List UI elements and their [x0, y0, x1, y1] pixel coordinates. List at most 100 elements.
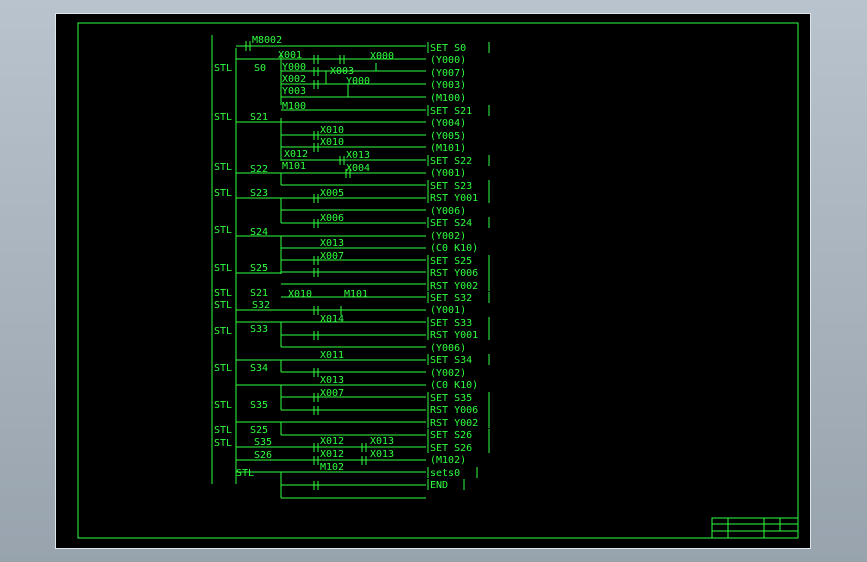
instruction-labels: SET S0 (Y000) (Y007) (Y003) (M100) SET S…: [430, 43, 478, 491]
output-coil: (Y000): [430, 55, 466, 66]
contact-label: X001: [278, 50, 302, 61]
output-instruction: SET S34: [430, 355, 472, 366]
output-coil: (Y006): [430, 343, 466, 354]
output-instruction: SET S22: [430, 156, 472, 167]
stl-label: STL: [214, 363, 232, 374]
state-label: S0: [254, 63, 266, 74]
output-coil: (Y005): [430, 131, 466, 142]
state-label: S22: [250, 164, 268, 175]
output-coil: (M101): [430, 143, 466, 154]
contact-label: X002: [282, 74, 306, 85]
stl-label: STL: [214, 326, 232, 337]
output-coil: (C0 K10): [430, 243, 478, 254]
output-coil: (Y001): [430, 168, 466, 179]
output-coil: (M100): [430, 93, 466, 104]
state-label: S32: [252, 300, 270, 311]
output-coil: (Y004): [430, 118, 466, 129]
contact-label: X013: [370, 449, 394, 460]
title-block: [711, 517, 799, 539]
power-rails: [211, 35, 237, 484]
output-instruction: RST Y006: [430, 268, 478, 279]
state-label: S33: [250, 324, 268, 335]
output-instruction: RST Y002: [430, 281, 478, 292]
stl-label: STL: [236, 468, 254, 479]
contact-label: M100: [282, 101, 306, 112]
stl-label: STL: [214, 188, 232, 199]
output-coil: (Y001): [430, 305, 466, 316]
ladder-diagram: M8002 STL S0 X001 X000 Y000 X003 X002 Y0…: [77, 22, 799, 539]
contact-labels: M8002 STL S0 X001 X000 Y000 X003 X002 Y0…: [214, 35, 394, 479]
output-instruction: END: [430, 480, 448, 491]
contact-label: X011: [320, 350, 344, 361]
contact-label: M102: [320, 462, 344, 473]
output-coil: (C0 K10): [430, 380, 478, 391]
state-label: S24: [250, 227, 268, 238]
stl-label: STL: [214, 225, 232, 236]
stl-label: STL: [214, 400, 232, 411]
output-instruction: RST Y002: [430, 418, 478, 429]
contact-label: Y003: [282, 86, 306, 97]
stl-label: STL: [214, 288, 232, 299]
contact-label: M101: [344, 289, 368, 300]
stl-label: STL: [214, 162, 232, 173]
output-coil: (Y003): [430, 80, 466, 91]
output-coil: (Y006): [430, 206, 466, 217]
output-instruction: RST Y006: [430, 405, 478, 416]
contact-label: X013: [320, 375, 344, 386]
output-instruction: SET S25: [430, 256, 472, 267]
contact-label: M8002: [252, 35, 282, 46]
contact-label: X006: [320, 213, 344, 224]
output-instruction: SET S32: [430, 293, 472, 304]
state-label: S21: [250, 112, 268, 123]
output-instruction: SET S26: [430, 443, 472, 454]
output-instruction: SET S33: [430, 318, 472, 329]
contact-label: X010: [320, 137, 344, 148]
output-instruction: SET S24: [430, 218, 472, 229]
contact-label: X012: [284, 149, 308, 160]
contact-label: X005: [320, 188, 344, 199]
output-instruction: SET S26: [430, 430, 472, 441]
state-label: S25: [250, 425, 268, 436]
output-coil: (M102): [430, 455, 466, 466]
output-instruction: SET S35: [430, 393, 472, 404]
contact-label: M101: [282, 161, 306, 172]
output-coil: (Y002): [430, 231, 466, 242]
output-coil: (Y007): [430, 68, 466, 79]
contact-label: X014: [320, 314, 344, 325]
drawing-sheet: M8002 STL S0 X001 X000 Y000 X003 X002 Y0…: [55, 13, 811, 549]
stl-label: STL: [214, 112, 232, 123]
state-label: S21: [250, 288, 268, 299]
state-label: S35: [254, 437, 272, 448]
stl-label: STL: [214, 425, 232, 436]
contact-label: X012: [320, 449, 344, 460]
state-label: S34: [250, 363, 268, 374]
contact-label: X013: [370, 436, 394, 447]
stl-label: STL: [214, 438, 232, 449]
contact-label: Y000: [346, 76, 370, 87]
output-instruction: SET S0: [430, 43, 466, 54]
stl-label: STL: [214, 263, 232, 274]
state-label: S23: [250, 188, 268, 199]
state-label: S26: [254, 450, 272, 461]
output-instruction: SET S21: [430, 106, 472, 117]
output-instruction: SET S23: [430, 181, 472, 192]
contact-label: X010: [320, 125, 344, 136]
contact-label: X007: [320, 251, 344, 262]
contact-label: Y000: [282, 62, 306, 73]
state-label: S25: [250, 263, 268, 274]
contact-label: X007: [320, 388, 344, 399]
contact-label: X000: [370, 51, 394, 62]
output-instruction: sets0: [430, 468, 460, 479]
output-instruction: RST Y001: [430, 193, 478, 204]
contact-label: X013: [346, 150, 370, 161]
output-coil: (Y002): [430, 368, 466, 379]
state-label: S35: [250, 400, 268, 411]
cad-viewport: M8002 STL S0 X001 X000 Y000 X003 X002 Y0…: [0, 0, 867, 562]
contact-label: X013: [320, 238, 344, 249]
stl-label: STL: [214, 63, 232, 74]
stl-label: STL: [214, 300, 232, 311]
contact-label: X004: [346, 163, 370, 174]
contact-label: X010: [288, 289, 312, 300]
output-instruction: RST Y001: [430, 330, 478, 341]
contact-label: X012: [320, 436, 344, 447]
